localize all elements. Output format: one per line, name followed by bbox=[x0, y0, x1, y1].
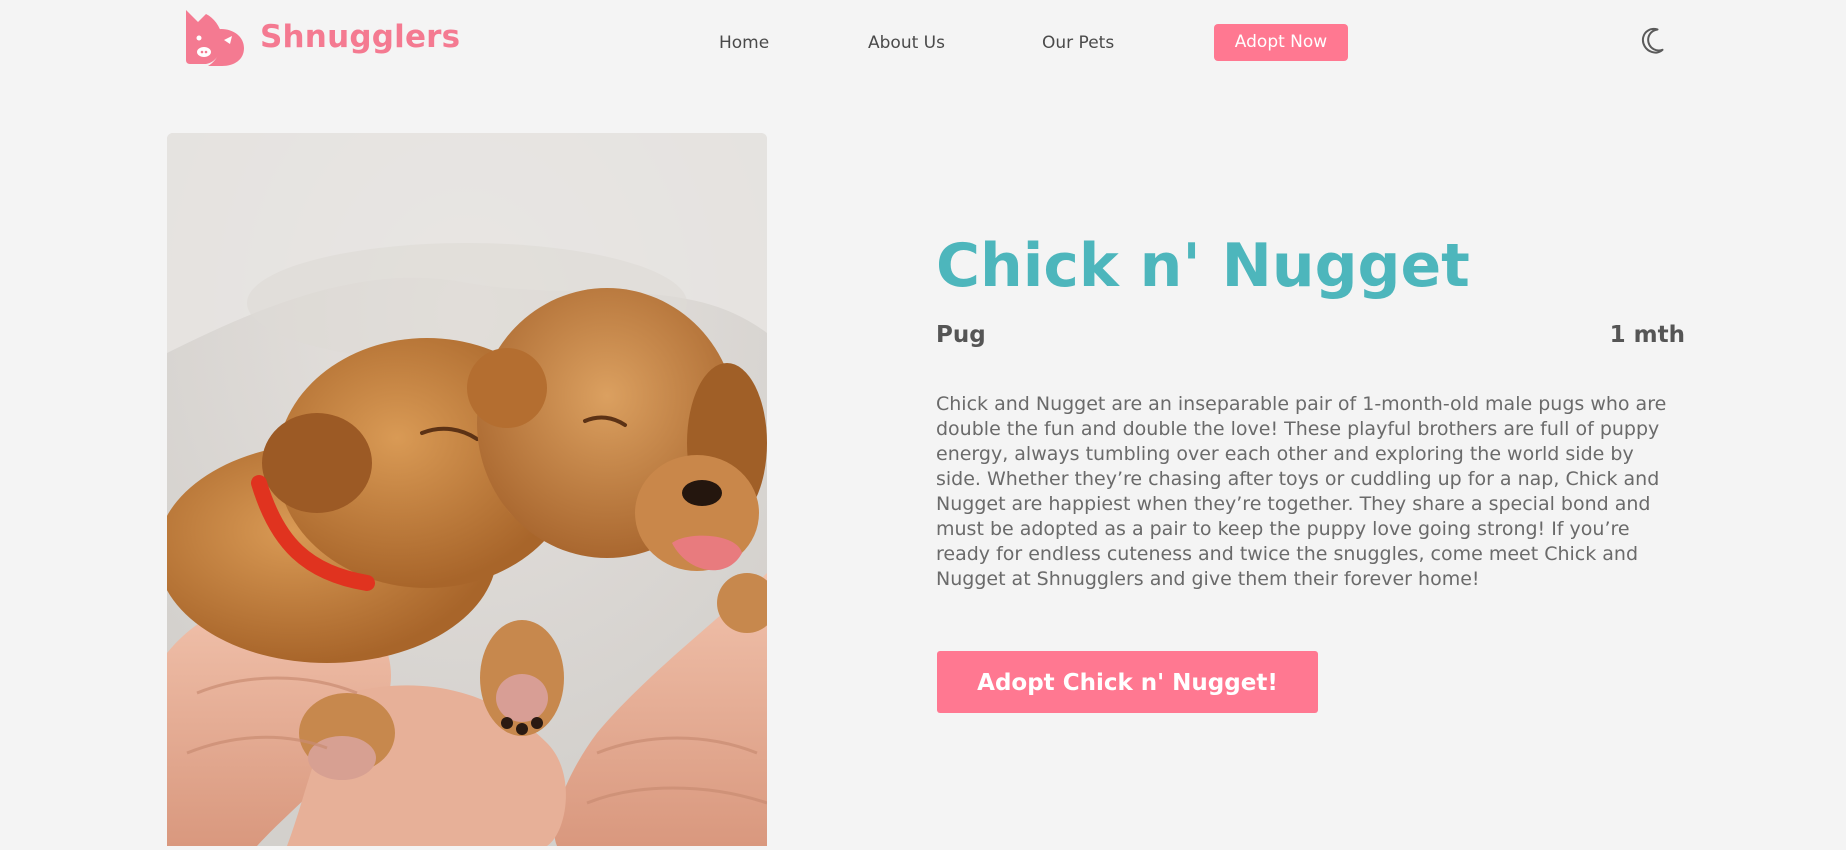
pet-age: 1 mth bbox=[1609, 322, 1685, 348]
pet-photo bbox=[167, 133, 767, 846]
brand-name: Shnugglers bbox=[260, 19, 461, 55]
two-sleeping-puppies-photo bbox=[167, 133, 767, 846]
adopt-pet-button[interactable]: Adopt Chick n' Nugget! bbox=[937, 651, 1318, 713]
nav-home-link[interactable]: Home bbox=[719, 32, 769, 54]
pet-heads-logo-icon bbox=[186, 10, 244, 66]
nav-about-link[interactable]: About Us bbox=[868, 32, 945, 54]
pet-description: Chick and Nugget are an inseparable pair… bbox=[936, 393, 1667, 590]
brand-logo-link[interactable]: Shnugglers bbox=[184, 8, 460, 70]
moon-icon[interactable] bbox=[1639, 26, 1667, 54]
pet-detail-page: Shnugglers Home About Us Our Pets Adopt … bbox=[0, 0, 1846, 850]
adopt-now-button[interactable]: Adopt Now bbox=[1214, 24, 1348, 61]
site-header: Shnugglers Home About Us Our Pets Adopt … bbox=[0, 0, 1846, 86]
pet-name-heading: Chick n' Nugget bbox=[936, 231, 1470, 301]
pet-breed: Pug bbox=[936, 322, 986, 348]
nav-our-pets-link[interactable]: Our Pets bbox=[1042, 32, 1114, 54]
